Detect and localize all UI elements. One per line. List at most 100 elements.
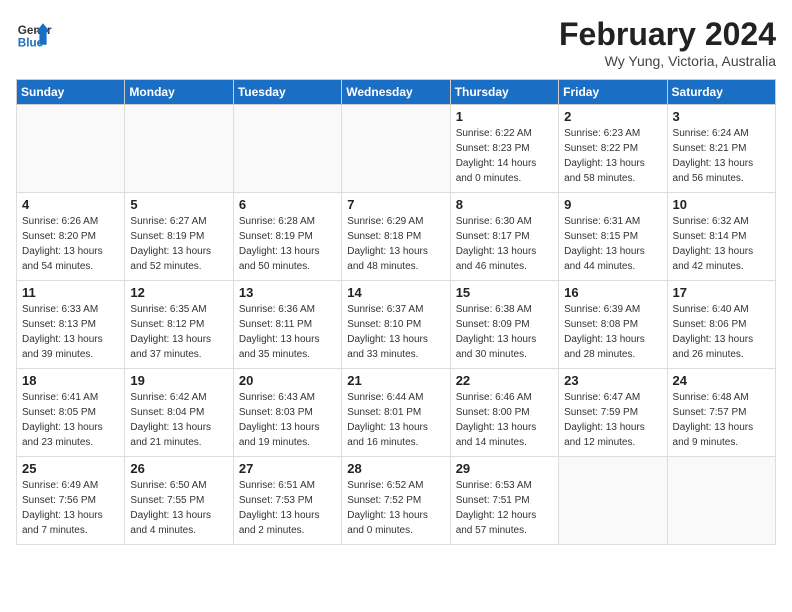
day-info: Sunrise: 6:23 AM Sunset: 8:22 PM Dayligh… (564, 126, 661, 186)
day-number: 21 (347, 373, 444, 388)
calendar-cell: 4 Sunrise: 6:26 AM Sunset: 8:20 PM Daylig… (17, 193, 125, 281)
calendar-cell: 6Sunrise: 6:28 AM Sunset: 8:19 PM Daylig… (233, 193, 341, 281)
calendar-cell: 19 Sunrise: 6:42 AM Sunset: 8:04 PM Dayli… (125, 369, 233, 457)
calendar-table: SundayMondayTuesdayWednesdayThursdayFrid… (16, 79, 776, 545)
day-number: 27 (239, 461, 336, 476)
calendar-cell: 13 Sunrise: 6:36 AM Sunset: 8:11 PM Dayli… (233, 281, 341, 369)
calendar-cell: 3 Sunrise: 6:24 AM Sunset: 8:21 PM Daylig… (667, 105, 775, 193)
calendar-cell: 7 Sunrise: 6:29 AM Sunset: 8:18 PM Daylig… (342, 193, 450, 281)
day-info: Sunrise: 6:36 AM Sunset: 8:11 PM Dayligh… (239, 302, 336, 362)
day-number: 23 (564, 373, 661, 388)
calendar-cell: 26 Sunrise: 6:50 AM Sunset: 7:55 PM Dayli… (125, 457, 233, 545)
calendar-cell: 9 Sunrise: 6:31 AM Sunset: 8:15 PM Daylig… (559, 193, 667, 281)
month-year: February 2024 (559, 16, 776, 53)
calendar-cell (342, 105, 450, 193)
calendar-cell (125, 105, 233, 193)
day-number: 18 (22, 373, 119, 388)
day-number: 17 (673, 285, 770, 300)
week-row-4: 18 Sunrise: 6:41 AM Sunset: 8:05 PM Dayli… (17, 369, 776, 457)
calendar-cell: 12 Sunrise: 6:35 AM Sunset: 8:12 PM Dayli… (125, 281, 233, 369)
day-info: Sunrise: 6:31 AM Sunset: 8:15 PM Dayligh… (564, 214, 661, 274)
calendar-cell: 20 Sunrise: 6:43 AM Sunset: 8:03 PM Dayli… (233, 369, 341, 457)
day-info: Sunrise: 6:47 AM Sunset: 7:59 PM Dayligh… (564, 390, 661, 450)
day-info: Sunrise: 6:51 AM Sunset: 7:53 PM Dayligh… (239, 478, 336, 538)
calendar-cell (233, 105, 341, 193)
day-info: Sunrise: 6:48 AM Sunset: 7:57 PM Dayligh… (673, 390, 770, 450)
day-number: 15 (456, 285, 553, 300)
calendar-cell: 21 Sunrise: 6:44 AM Sunset: 8:01 PM Dayli… (342, 369, 450, 457)
calendar-cell (17, 105, 125, 193)
day-number: 29 (456, 461, 553, 476)
day-info: Sunrise: 6:28 AM Sunset: 8:19 PM Dayligh… (239, 214, 336, 274)
day-number: 12 (130, 285, 227, 300)
title-block: February 2024 Wy Yung, Victoria, Austral… (559, 16, 776, 69)
day-info: Sunrise: 6:35 AM Sunset: 8:12 PM Dayligh… (130, 302, 227, 362)
day-info: Sunrise: 6:33 AM Sunset: 8:13 PM Dayligh… (22, 302, 119, 362)
day-number: 16 (564, 285, 661, 300)
day-info: Sunrise: 6:29 AM Sunset: 8:18 PM Dayligh… (347, 214, 444, 274)
day-number: 19 (130, 373, 227, 388)
day-info: Sunrise: 6:22 AM Sunset: 8:23 PM Dayligh… (456, 126, 553, 186)
day-header-monday: Monday (125, 80, 233, 105)
day-number: 26 (130, 461, 227, 476)
calendar-body: 1 Sunrise: 6:22 AM Sunset: 8:23 PM Daylig… (17, 105, 776, 545)
week-row-1: 1 Sunrise: 6:22 AM Sunset: 8:23 PM Daylig… (17, 105, 776, 193)
day-number: 13 (239, 285, 336, 300)
day-info: Sunrise: 6:24 AM Sunset: 8:21 PM Dayligh… (673, 126, 770, 186)
day-info: Sunrise: 6:26 AM Sunset: 8:20 PM Dayligh… (22, 214, 119, 274)
day-info: Sunrise: 6:38 AM Sunset: 8:09 PM Dayligh… (456, 302, 553, 362)
day-number: 4 (22, 197, 119, 212)
day-header-thursday: Thursday (450, 80, 558, 105)
calendar-cell: 2 Sunrise: 6:23 AM Sunset: 8:22 PM Daylig… (559, 105, 667, 193)
logo: General Blue (16, 16, 52, 52)
day-number: 11 (22, 285, 119, 300)
day-number: 2 (564, 109, 661, 124)
day-info: Sunrise: 6:41 AM Sunset: 8:05 PM Dayligh… (22, 390, 119, 450)
day-info: Sunrise: 6:52 AM Sunset: 7:52 PM Dayligh… (347, 478, 444, 538)
day-info: Sunrise: 6:43 AM Sunset: 8:03 PM Dayligh… (239, 390, 336, 450)
day-number: 5 (130, 197, 227, 212)
calendar-cell: 23 Sunrise: 6:47 AM Sunset: 7:59 PM Dayli… (559, 369, 667, 457)
calendar-cell: 11 Sunrise: 6:33 AM Sunset: 8:13 PM Dayli… (17, 281, 125, 369)
day-number: 1 (456, 109, 553, 124)
logo-icon: General Blue (16, 16, 52, 52)
calendar-cell: 22Sunrise: 6:46 AM Sunset: 8:00 PM Dayli… (450, 369, 558, 457)
day-header-row: SundayMondayTuesdayWednesdayThursdayFrid… (17, 80, 776, 105)
calendar-cell: 16Sunrise: 6:39 AM Sunset: 8:08 PM Dayli… (559, 281, 667, 369)
day-info: Sunrise: 6:32 AM Sunset: 8:14 PM Dayligh… (673, 214, 770, 274)
calendar-cell (559, 457, 667, 545)
day-number: 25 (22, 461, 119, 476)
calendar-cell: 8 Sunrise: 6:30 AM Sunset: 8:17 PM Daylig… (450, 193, 558, 281)
calendar-cell: 17Sunrise: 6:40 AM Sunset: 8:06 PM Dayli… (667, 281, 775, 369)
day-info: Sunrise: 6:44 AM Sunset: 8:01 PM Dayligh… (347, 390, 444, 450)
day-number: 20 (239, 373, 336, 388)
day-number: 8 (456, 197, 553, 212)
calendar-cell: 24 Sunrise: 6:48 AM Sunset: 7:57 PM Dayli… (667, 369, 775, 457)
day-number: 22 (456, 373, 553, 388)
day-info: Sunrise: 6:53 AM Sunset: 7:51 PM Dayligh… (456, 478, 553, 538)
week-row-2: 4 Sunrise: 6:26 AM Sunset: 8:20 PM Daylig… (17, 193, 776, 281)
day-header-saturday: Saturday (667, 80, 775, 105)
week-row-5: 25Sunrise: 6:49 AM Sunset: 7:56 PM Dayli… (17, 457, 776, 545)
calendar-cell: 29 Sunrise: 6:53 AM Sunset: 7:51 PM Dayli… (450, 457, 558, 545)
calendar-cell: 25Sunrise: 6:49 AM Sunset: 7:56 PM Dayli… (17, 457, 125, 545)
day-info: Sunrise: 6:27 AM Sunset: 8:19 PM Dayligh… (130, 214, 227, 274)
day-number: 14 (347, 285, 444, 300)
day-number: 7 (347, 197, 444, 212)
calendar-cell: 14Sunrise: 6:37 AM Sunset: 8:10 PM Dayli… (342, 281, 450, 369)
calendar-cell: 28Sunrise: 6:52 AM Sunset: 7:52 PM Dayli… (342, 457, 450, 545)
day-number: 9 (564, 197, 661, 212)
day-number: 24 (673, 373, 770, 388)
calendar-cell: 27 Sunrise: 6:51 AM Sunset: 7:53 PM Dayli… (233, 457, 341, 545)
calendar-cell: 18 Sunrise: 6:41 AM Sunset: 8:05 PM Dayli… (17, 369, 125, 457)
day-number: 3 (673, 109, 770, 124)
day-header-sunday: Sunday (17, 80, 125, 105)
calendar-cell: 10Sunrise: 6:32 AM Sunset: 8:14 PM Dayli… (667, 193, 775, 281)
day-header-friday: Friday (559, 80, 667, 105)
day-info: Sunrise: 6:50 AM Sunset: 7:55 PM Dayligh… (130, 478, 227, 538)
day-info: Sunrise: 6:30 AM Sunset: 8:17 PM Dayligh… (456, 214, 553, 274)
day-info: Sunrise: 6:42 AM Sunset: 8:04 PM Dayligh… (130, 390, 227, 450)
week-row-3: 11 Sunrise: 6:33 AM Sunset: 8:13 PM Dayli… (17, 281, 776, 369)
location: Wy Yung, Victoria, Australia (559, 53, 776, 69)
calendar-cell: 1 Sunrise: 6:22 AM Sunset: 8:23 PM Daylig… (450, 105, 558, 193)
